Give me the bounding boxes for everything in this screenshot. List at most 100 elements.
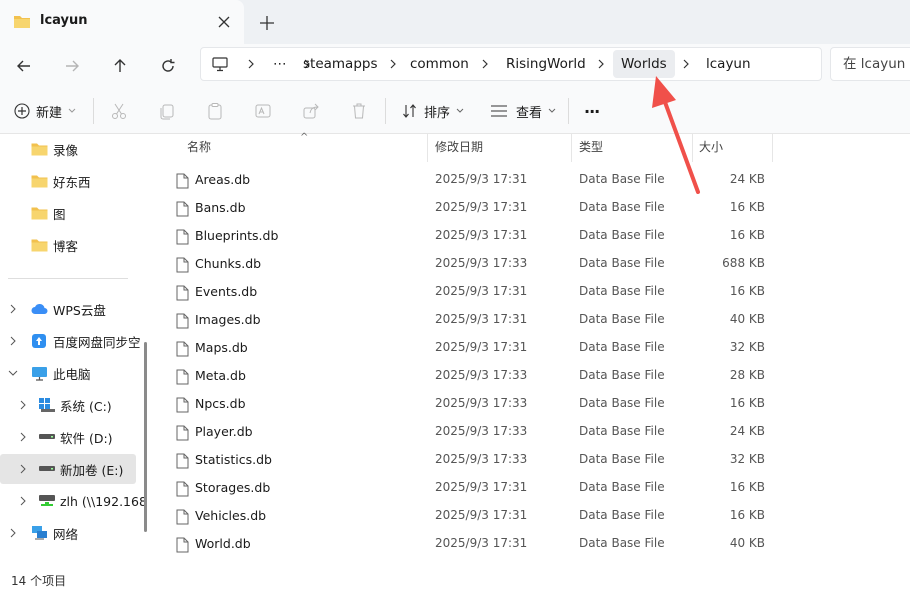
column-divider[interactable] [427, 134, 428, 162]
file-row[interactable]: Events.db 2025/9/3 17:31 Data Base File 16 … [167, 278, 773, 306]
chevron-right-icon[interactable] [479, 58, 491, 70]
new-button[interactable]: 新建 [14, 99, 76, 123]
file-icon [176, 313, 189, 333]
sidebar-item-baidu-sync[interactable]: 百度网盘同步空 [0, 326, 141, 356]
sidebar-scrollbar[interactable] [144, 342, 147, 532]
breadcrumb-overflow[interactable]: ⋯ [273, 48, 287, 80]
sidebar-item-drive-e[interactable]: 新加卷 (E:) [0, 454, 136, 484]
chevron-down-icon[interactable] [8, 368, 18, 378]
file-row[interactable]: Maps.db 2025/9/3 17:31 Data Base File 32 KB [167, 334, 773, 362]
address-bar[interactable]: ⋯ steamapps common RisingWorld Worlds lc… [200, 47, 822, 81]
sidebar-item-好东西[interactable]: 好东西 [0, 166, 136, 196]
share-button[interactable] [302, 99, 320, 123]
sidebar-item-label: zlh (\\192.168 [60, 493, 147, 509]
new-label: 新建 [36, 105, 63, 121]
navigation-bar: ⋯ steamapps common RisingWorld Worlds lc… [0, 44, 910, 88]
refresh-button[interactable] [154, 52, 182, 80]
sidebar-item-label: 新加卷 (E:) [60, 462, 124, 478]
back-button[interactable] [10, 52, 38, 80]
file-row[interactable]: Storages.db 2025/9/3 17:31 Data Base File 1… [167, 474, 773, 502]
rename-icon [255, 104, 271, 118]
file-size: 32 KB [729, 452, 765, 466]
file-name: Npcs.db [195, 396, 246, 411]
toolbar-divider [385, 98, 386, 124]
chevron-right-icon[interactable] [680, 58, 692, 70]
folder-icon [31, 207, 48, 220]
view-button[interactable]: 查看 [490, 99, 556, 123]
file-row[interactable]: Statistics.db 2025/9/3 17:33 Data Base Fil… [167, 446, 773, 474]
chevron-right-icon[interactable] [8, 304, 18, 314]
sidebar-item-图[interactable]: 图 [0, 198, 136, 228]
new-tab-icon[interactable] [256, 12, 278, 34]
column-header-size[interactable]: 大小 [699, 134, 769, 162]
breadcrumb-lcayun[interactable]: lcayun [706, 48, 751, 80]
sidebar-item-network[interactable]: 网络 [0, 518, 136, 548]
file-row[interactable]: World.db 2025/9/3 17:31 Data Base File 40 K… [167, 530, 773, 558]
file-size: 28 KB [729, 368, 765, 382]
chevron-right-icon[interactable] [8, 528, 18, 538]
column-divider[interactable] [772, 134, 773, 162]
file-row[interactable]: Player.db 2025/9/3 17:33 Data Base File 24 … [167, 418, 773, 446]
forward-button[interactable] [58, 52, 86, 80]
chevron-right-icon[interactable] [18, 496, 28, 506]
file-row[interactable]: Meta.db 2025/9/3 17:33 Data Base File 28 KB [167, 362, 773, 390]
file-row[interactable]: Npcs.db 2025/9/3 17:33 Data Base File 16 KB [167, 390, 773, 418]
tab-lcayun[interactable]: lcayun [0, 0, 244, 44]
file-row[interactable]: Chunks.db 2025/9/3 17:33 Data Base File 688… [167, 250, 773, 278]
arrow-right-icon [66, 60, 79, 72]
file-date: 2025/9/3 17:31 [435, 200, 528, 214]
file-icon [176, 481, 189, 501]
breadcrumb-risingworld[interactable]: RisingWorld [506, 48, 586, 80]
sort-button[interactable]: 排序 [402, 99, 464, 123]
sidebar-item-network-drive[interactable]: zlh (\\192.168 [0, 486, 147, 516]
sidebar-item-wps-cloud[interactable]: WPS云盘 [0, 294, 136, 324]
chevron-right-icon[interactable] [245, 58, 257, 70]
chevron-right-icon[interactable] [8, 336, 18, 346]
sidebar-item-博客[interactable]: 博客 [0, 230, 136, 260]
file-size: 32 KB [729, 340, 765, 354]
sidebar-item-drive-d[interactable]: 软件 (D:) [0, 422, 136, 452]
search-input[interactable]: 在 lcayun 中 [830, 47, 910, 81]
file-row[interactable]: Vehicles.db 2025/9/3 17:31 Data Base File 1… [167, 502, 773, 530]
file-type: Data Base File [579, 312, 665, 326]
up-button[interactable] [106, 52, 134, 80]
rename-button[interactable] [254, 99, 272, 123]
chevron-right-icon[interactable] [18, 432, 28, 442]
sidebar-item-录像[interactable]: 录像 [0, 134, 136, 164]
more-options-button[interactable]: ··· [584, 99, 600, 123]
chevron-right-icon[interactable] [595, 58, 607, 70]
command-bar: 新建 排序 查看 ··· [0, 88, 910, 134]
chevron-right-icon[interactable] [18, 464, 28, 474]
file-name: Events.db [195, 284, 258, 299]
breadcrumb-common[interactable]: common [410, 48, 469, 80]
file-row[interactable]: Images.db 2025/9/3 17:31 Data Base File 40 … [167, 306, 773, 334]
column-header-date[interactable]: 修改日期 [435, 134, 565, 162]
file-row[interactable]: Areas.db 2025/9/3 17:31 Data Base File 24 K… [167, 166, 773, 194]
file-type: Data Base File [579, 256, 665, 270]
file-size: 16 KB [729, 228, 765, 242]
breadcrumb-steamapps[interactable]: steamapps [302, 48, 378, 80]
file-row[interactable]: Blueprints.db 2025/9/3 17:31 Data Base Fil… [167, 222, 773, 250]
file-date: 2025/9/3 17:33 [435, 396, 528, 410]
file-size: 16 KB [729, 508, 765, 522]
column-header-name[interactable]: 名称 [187, 134, 427, 162]
sidebar-item-drive-c[interactable]: 系统 (C:) [0, 390, 136, 420]
file-name: Statistics.db [195, 452, 272, 467]
sidebar-item-label: 博客 [53, 238, 79, 254]
column-divider[interactable] [692, 134, 693, 162]
paste-button[interactable] [206, 99, 224, 123]
file-name: Storages.db [195, 480, 271, 495]
sidebar-item-this-pc[interactable]: 此电脑 [0, 358, 136, 388]
close-tab-icon[interactable] [214, 12, 234, 32]
file-name: World.db [195, 536, 251, 551]
copy-icon [160, 104, 174, 120]
column-header-type[interactable]: 类型 [579, 134, 679, 162]
file-row[interactable]: Bans.db 2025/9/3 17:31 Data Base File 16 KB [167, 194, 773, 222]
chevron-right-icon[interactable] [18, 400, 28, 410]
chevron-right-icon[interactable] [387, 58, 399, 70]
delete-button[interactable] [350, 99, 368, 123]
column-divider[interactable] [571, 134, 572, 162]
copy-button[interactable] [158, 99, 176, 123]
breadcrumb-worlds[interactable]: Worlds [613, 50, 675, 78]
cut-button[interactable] [110, 99, 128, 123]
